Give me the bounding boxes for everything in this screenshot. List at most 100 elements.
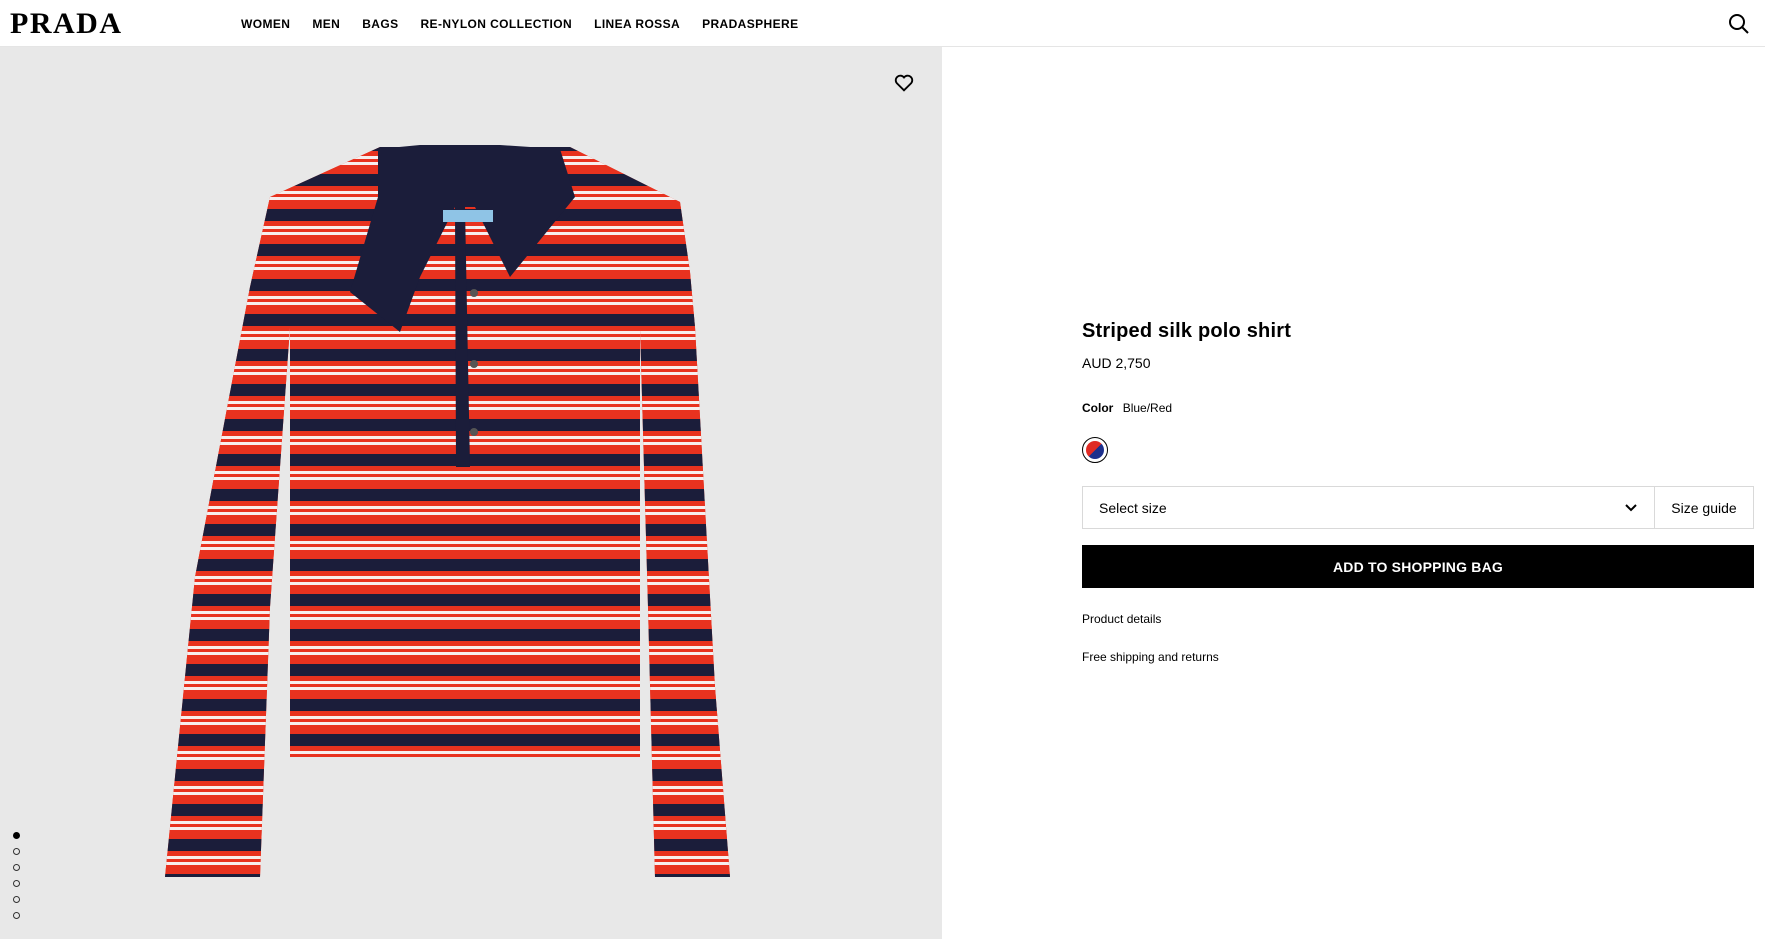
color-swatch-blue-red[interactable] bbox=[1082, 437, 1108, 463]
nav-item-pradasphere[interactable]: PRADASPHERE bbox=[702, 17, 798, 31]
shirt-stripe bbox=[165, 606, 730, 611]
shirt-stripe bbox=[165, 550, 730, 559]
gallery-dot-6[interactable] bbox=[13, 912, 20, 919]
button-2 bbox=[470, 360, 478, 368]
nav-item-linea-rossa[interactable]: LINEA ROSSA bbox=[594, 17, 680, 31]
shirt-stripe bbox=[165, 349, 730, 361]
shirt-stripe bbox=[165, 524, 730, 536]
shirt-stripe bbox=[165, 746, 730, 751]
shirt-stripe bbox=[165, 576, 730, 579]
shirt-stripe bbox=[165, 722, 730, 725]
shirt-stripe bbox=[165, 410, 730, 419]
shirt-stripe bbox=[165, 646, 730, 649]
color-value: Blue/Red bbox=[1122, 401, 1173, 415]
shirt-stripe bbox=[165, 620, 730, 629]
shirt-stripe bbox=[165, 372, 730, 375]
shirt-stripe bbox=[165, 664, 730, 676]
shirt-stripe bbox=[165, 431, 730, 436]
shirt-stripe bbox=[165, 655, 730, 664]
shirt-stripe bbox=[165, 754, 730, 757]
shirt-stripe bbox=[165, 445, 730, 454]
size-select-label: Select size bbox=[1099, 499, 1167, 516]
size-row: Select size Size guide bbox=[1082, 486, 1754, 529]
shirt-stripe bbox=[165, 375, 730, 384]
shirt-stripe bbox=[165, 579, 730, 582]
gallery-dot-5[interactable] bbox=[13, 896, 20, 903]
gallery-dot-4[interactable] bbox=[13, 880, 20, 887]
shirt-stripe bbox=[165, 681, 730, 684]
shirt-stripe bbox=[165, 585, 730, 594]
shirt-stripe bbox=[165, 471, 730, 474]
shirt-stripe bbox=[165, 536, 730, 541]
search-button[interactable] bbox=[1727, 12, 1751, 36]
product-image bbox=[0, 47, 942, 939]
shirt-stripe bbox=[165, 711, 730, 716]
shirt-stripe bbox=[165, 466, 730, 471]
gallery-dot-3[interactable] bbox=[13, 864, 20, 871]
chevron-down-icon bbox=[1625, 503, 1637, 511]
shirt-stripe bbox=[165, 684, 730, 687]
shirt-stripe bbox=[165, 629, 730, 641]
favorite-button[interactable] bbox=[893, 72, 917, 96]
shirt-stripe bbox=[165, 571, 730, 576]
shirt-stripe bbox=[165, 719, 730, 722]
nav-item-bags[interactable]: BAGS bbox=[362, 17, 398, 31]
shirt-stripe bbox=[165, 419, 730, 431]
nav-item-women[interactable]: WOMEN bbox=[241, 17, 290, 31]
shirt-stripe bbox=[165, 407, 730, 410]
shirt-stripe bbox=[165, 401, 730, 404]
button-1 bbox=[470, 289, 478, 297]
gallery-dot-1[interactable] bbox=[13, 832, 20, 839]
shirt-stripe bbox=[165, 515, 730, 524]
color-swatch-fill bbox=[1086, 441, 1104, 459]
shirt-stripe bbox=[165, 690, 730, 699]
product-title: Striped silk polo shirt bbox=[1082, 320, 1292, 342]
shirt-stripe bbox=[165, 506, 730, 509]
shirt-stripe bbox=[165, 501, 730, 506]
shirt-stripe bbox=[165, 649, 730, 652]
free-shipping-link[interactable]: Free shipping and returns bbox=[1082, 650, 1754, 664]
product-details-link[interactable]: Product details bbox=[1082, 612, 1754, 626]
shirt-stripe bbox=[165, 725, 730, 734]
heart-icon bbox=[894, 74, 914, 92]
nav-item-re-nylon[interactable]: RE-NYLON COLLECTION bbox=[420, 17, 572, 31]
product-info-panel: Striped silk polo shirt AUD 2,750 Color … bbox=[1082, 320, 1754, 664]
shirt-stripe bbox=[165, 436, 730, 439]
prada-logo[interactable]: PRADA bbox=[10, 9, 123, 39]
shirt-stripe bbox=[165, 480, 730, 489]
product-image-gallery bbox=[0, 47, 942, 939]
size-select[interactable]: Select size bbox=[1083, 487, 1655, 528]
shirt-stripe bbox=[165, 734, 730, 746]
shirt-stripe bbox=[165, 474, 730, 477]
shirt-stripe bbox=[165, 559, 730, 571]
shirt-stripe bbox=[165, 439, 730, 442]
shirt-stripe bbox=[165, 617, 730, 620]
shirt-stripe bbox=[165, 369, 730, 372]
shirt-stripe bbox=[165, 641, 730, 646]
product-price: AUD 2,750 bbox=[1082, 355, 1151, 371]
gallery-pagination bbox=[13, 832, 20, 919]
size-guide-button[interactable]: Size guide bbox=[1655, 487, 1753, 528]
button-3 bbox=[470, 428, 478, 436]
shirt-stripe bbox=[165, 489, 730, 501]
shirt-stripe bbox=[165, 751, 730, 754]
shirt-stripe bbox=[165, 361, 730, 366]
shirt-stripe bbox=[165, 582, 730, 585]
shirt-stripe bbox=[165, 594, 730, 606]
shirt-stripe bbox=[165, 676, 730, 681]
shirt-stripe bbox=[165, 509, 730, 512]
main-nav: WOMEN MEN BAGS RE-NYLON COLLECTION LINEA… bbox=[241, 17, 798, 31]
shirt-stripe bbox=[165, 547, 730, 550]
nav-item-men[interactable]: MEN bbox=[312, 17, 340, 31]
color-label: Color bbox=[1082, 401, 1114, 415]
shirt-stripe bbox=[165, 512, 730, 515]
shirt-stripe bbox=[165, 396, 730, 401]
shirt-stripe bbox=[165, 614, 730, 617]
color-row: Color Blue/Red bbox=[1082, 401, 1754, 415]
shirt-stripe bbox=[165, 716, 730, 719]
gallery-dot-2[interactable] bbox=[13, 848, 20, 855]
add-to-bag-button[interactable]: ADD TO SHOPPING BAG bbox=[1082, 545, 1754, 588]
collar-label bbox=[443, 210, 493, 222]
shirt-stripe bbox=[165, 454, 730, 466]
shirt-stripe bbox=[165, 544, 730, 547]
